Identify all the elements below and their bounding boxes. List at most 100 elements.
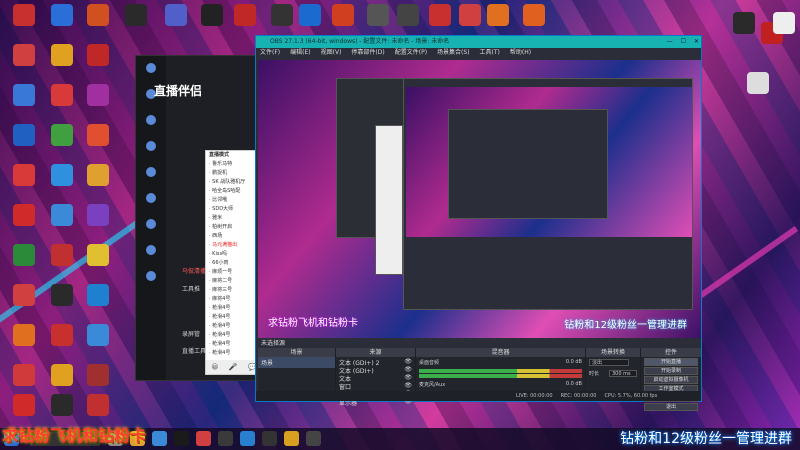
desktop-shortcut[interactable] [42,84,82,108]
chat-list-item[interactable]: · 66小肉 [206,259,262,268]
chat-list-item[interactable]: · SDD大师 [206,205,262,214]
obs-menu-item[interactable]: 场景集合(S) [437,48,470,58]
desktop-shortcut[interactable] [4,324,44,348]
chat-list-item[interactable]: · 麻烦一号 [206,268,262,277]
desktop-shortcut[interactable] [42,244,82,268]
live-record-text[interactable]: 录屏管 [182,329,200,338]
desktop-shortcut[interactable] [78,364,118,388]
desktop-shortcut[interactable] [116,4,156,28]
chat-list-item[interactable]: · 枪滑4号 [206,304,262,313]
desktop-shortcut[interactable] [42,164,82,188]
scene-item[interactable]: 场景 [258,357,335,368]
live-nav-item[interactable] [136,160,166,186]
chat-list-item[interactable]: · 哈全岛S哈配 [206,187,262,196]
taskbar-app-icon[interactable] [240,431,255,446]
taskbar-app-icon[interactable] [196,431,211,446]
microphone-icon[interactable]: 🎤 [229,363,238,371]
chat-list-item[interactable]: · 鲁乐马特 [206,160,262,169]
visibility-icon[interactable]: 👁 [404,382,412,389]
live-nav-item[interactable] [136,212,166,238]
taskbar-app-icon[interactable] [218,431,233,446]
desktop-shortcut[interactable] [78,164,118,188]
obs-menu-item[interactable]: 配置文件(P) [395,48,427,58]
desktop-shortcut[interactable] [78,44,118,68]
control-button[interactable]: 开始直播 [644,358,698,366]
desktop-shortcut[interactable] [78,84,118,108]
desktop-shortcut[interactable] [4,4,44,28]
obs-menu-item[interactable]: 帮助(H) [510,48,531,58]
desktop-shortcut[interactable] [78,4,118,28]
chat-list-item[interactable]: · 枪滑4号 [206,322,262,331]
desktop-shortcut[interactable] [42,124,82,148]
obs-menu-item[interactable]: 编辑(E) [290,48,310,58]
desktop-shortcut[interactable] [4,124,44,148]
desktop-shortcut[interactable] [738,72,778,96]
obs-window[interactable]: OBS 27.1.3 (64-bit, windows) - 配置文件: 未命名… [255,35,702,411]
desktop-shortcut[interactable] [4,164,44,188]
desktop-shortcut[interactable] [78,204,118,228]
duration-input[interactable]: 300 ms [609,370,637,377]
visibility-icon[interactable]: 👁 [404,366,412,373]
desktop-shortcut[interactable] [78,324,118,348]
source-item[interactable]: 窗口 👁 [336,381,415,391]
chat-list-item[interactable]: · 枪滑4号 [206,340,262,349]
taskbar-app-icon[interactable] [284,431,299,446]
live-nav-item[interactable] [136,108,166,134]
desktop-shortcut[interactable] [42,4,82,28]
taskbar-app-icon[interactable] [262,431,277,446]
minimize-icon[interactable]: — [667,36,673,48]
chat-list-item[interactable]: · 麻将三号 [206,286,262,295]
desktop-shortcut[interactable] [764,12,800,36]
chat-list-item[interactable]: · 麻将二号 [206,277,262,286]
desktop-shortcut[interactable] [4,84,44,108]
chat-list-item[interactable]: · 枪滑4号 [206,331,262,340]
desktop-shortcut[interactable] [4,244,44,268]
live-nav-item[interactable] [136,56,166,82]
desktop-shortcut[interactable] [78,394,118,418]
taskbar-app-icon[interactable] [152,431,167,446]
live-nav-item[interactable] [136,186,166,212]
transition-type-select[interactable]: 淡出 [589,359,629,366]
desktop-shortcut[interactable] [78,284,118,308]
desktop-shortcut[interactable] [78,124,118,148]
control-button[interactable]: 开始录制 [644,367,698,375]
chat-list-item[interactable]: · 鹏捉机 [206,169,262,178]
live-tools-text[interactable]: 工具推 [182,284,200,293]
chat-list-item[interactable]: · Kiss吗 [206,250,262,259]
desktop-shortcut[interactable] [42,44,82,68]
desktop-shortcut[interactable] [323,4,363,28]
live-nav-item[interactable] [136,238,166,264]
chat-list-item[interactable]: · 西场 [206,232,262,241]
taskbar-app-icon[interactable] [306,431,321,446]
chat-list-item[interactable]: · 比邻哦 [206,196,262,205]
maximize-icon[interactable]: ☐ [681,36,686,48]
desktop-shortcut[interactable] [4,284,44,308]
live-nav-item[interactable] [136,264,166,290]
desktop-shortcut[interactable] [42,364,82,388]
desktop-shortcut[interactable] [4,44,44,68]
desktop-shortcut[interactable] [514,4,554,28]
emoji-icon[interactable]: 😀 [211,363,218,371]
obs-menu-item[interactable]: 文件(F) [260,48,280,58]
source-item[interactable]: 文本 (GDI+) 2 👁 [336,357,415,367]
obs-preview-canvas[interactable]: 求钻粉飞机和钻粉卡 钻粉和12级粉丝一管理进群 [258,60,701,339]
source-item[interactable]: 文本 👁 [336,373,415,383]
chat-list-item[interactable]: · SK 战队雅机厅 [206,178,262,187]
taskbar-app-icon[interactable] [174,431,189,446]
obs-menu-item[interactable]: 工具(T) [480,48,500,58]
desktop-shortcut[interactable] [42,394,82,418]
obs-menu-item[interactable]: 停靠部件(D) [351,48,384,58]
desktop-shortcut[interactable] [478,4,518,28]
visibility-icon[interactable]: 👁 [404,374,412,381]
obs-menu-item[interactable]: 视图(V) [321,48,342,58]
desktop-shortcut[interactable] [42,204,82,228]
desktop-shortcut[interactable] [4,364,44,388]
chat-list-item[interactable]: · 枪滑4号 [206,349,262,358]
desktop-shortcut[interactable] [42,284,82,308]
desktop-shortcut[interactable] [4,204,44,228]
live-nav-item[interactable] [136,134,166,160]
desktop-shortcut[interactable] [4,394,44,418]
close-icon[interactable]: ✕ [694,36,699,48]
desktop-shortcut[interactable] [225,4,265,28]
desktop-shortcut[interactable] [156,4,196,28]
